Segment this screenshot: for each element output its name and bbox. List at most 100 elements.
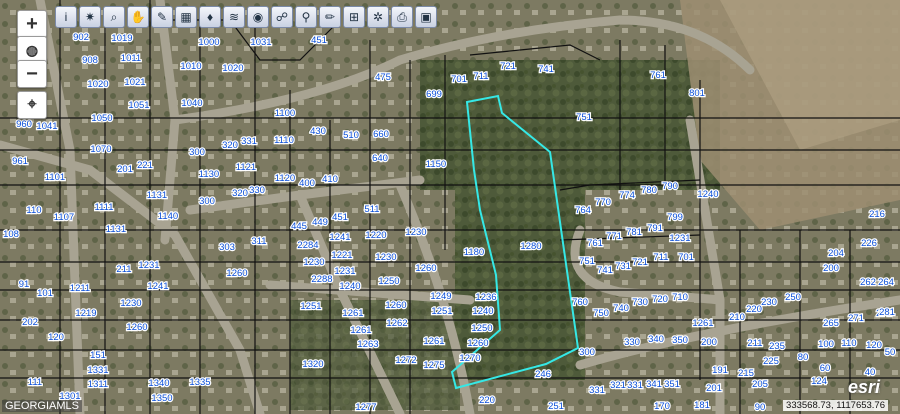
parcel-label: 1270 <box>459 353 480 364</box>
parcel-label: 330 <box>249 185 265 196</box>
settings-tool[interactable]: ✲ <box>367 6 389 28</box>
parcel-label: 801 <box>689 88 705 99</box>
parcel-label: 120 <box>48 332 64 343</box>
print-tool-icon: ⎙ <box>397 9 407 24</box>
parcel-label: 90 <box>755 402 766 413</box>
parcel-label: 1331 <box>87 365 108 376</box>
globe-icon: ◍ <box>25 41 39 58</box>
parcel-label: 1019 <box>111 33 132 44</box>
parcel-label: 1261 <box>423 336 444 347</box>
parcel-label: 1277 <box>355 402 376 413</box>
parcel-label: 1010 <box>180 61 201 72</box>
parcel-label: 699 <box>426 89 442 100</box>
parcel-label: 1236 <box>475 292 496 303</box>
esri-logo: esri <box>847 377 880 397</box>
info-tool[interactable]: i <box>55 6 77 28</box>
parcel-label: 1340 <box>148 378 169 389</box>
parcel-label: 250 <box>785 292 801 303</box>
parcel-label: 511 <box>364 204 379 215</box>
parcel-label: 1131 <box>106 224 126 235</box>
parcel-label: 124 <box>811 376 827 387</box>
layers-tool[interactable]: ≋ <box>223 6 245 28</box>
parcel-label: 774 <box>619 190 635 201</box>
parcel-label: 1031 <box>250 37 271 48</box>
parcel-label: 1311 <box>88 379 108 390</box>
parcel-label: 225 <box>763 356 779 367</box>
parcel-label: 191 <box>712 365 728 376</box>
pin-tool[interactable]: ♦ <box>199 6 221 28</box>
parcel-label: 220 <box>479 395 495 406</box>
parcel-label: 303 <box>219 242 235 253</box>
eraser-tool[interactable]: ✎ <box>151 6 173 28</box>
parcel-label: 1335 <box>189 377 210 388</box>
parcel-label: 246 <box>535 369 551 380</box>
parcel-label: 790 <box>662 181 678 192</box>
layer-tool[interactable]: ▦ <box>175 6 197 28</box>
pan-tool[interactable]: ✋ <box>127 6 149 28</box>
parcel-label: 200 <box>701 337 717 348</box>
parcel-label: 1230 <box>120 298 141 309</box>
parcel-label: 1021 <box>124 77 145 88</box>
parcel-label: 350 <box>672 335 688 346</box>
zoom-in-icon: + <box>26 12 38 35</box>
zoom-out-button[interactable]: − <box>17 60 47 88</box>
parcel-label: 1350 <box>151 393 172 404</box>
parcel-label: 430 <box>310 126 326 137</box>
search-tool[interactable]: ⚲ <box>295 6 317 28</box>
draw-tool-icon: ✏ <box>324 10 336 24</box>
parcel-label: 211 <box>747 338 762 349</box>
parcel-label: 640 <box>372 153 388 164</box>
parcel-label: 799 <box>667 212 683 223</box>
network-tool[interactable]: ☍ <box>271 6 293 28</box>
camera-tool[interactable]: ◉ <box>247 6 269 28</box>
zoom-box-tool[interactable]: ⌕ <box>103 6 125 28</box>
parcel-label: 1260 <box>226 268 247 279</box>
identify-tool-icon: ✷ <box>84 10 96 24</box>
parcel-label: 730 <box>632 297 648 308</box>
parcel-label: 1041 <box>36 121 57 132</box>
parcel-label: 1249 <box>430 291 451 302</box>
parcel-label: 1011 <box>121 53 141 64</box>
parcel-label: 711 <box>653 252 668 263</box>
zoom-in-button[interactable]: + <box>17 10 47 38</box>
parcel-label: 340 <box>648 334 664 345</box>
parcel-label: 1101 <box>45 172 65 183</box>
parcel-label: 1251 <box>300 301 321 312</box>
parcel-label: 1240 <box>697 189 718 200</box>
parcel-label: 1241 <box>147 281 168 292</box>
parcel-label: 235 <box>769 341 785 352</box>
parcel-label: 711 <box>473 71 488 82</box>
parcel-label: 1230 <box>303 257 324 268</box>
parcel-label: 1130 <box>199 169 219 180</box>
parcel-label: 701 <box>451 74 467 85</box>
parcel-label: 1120 <box>275 173 295 184</box>
parcel-label: 902 <box>73 32 89 43</box>
parcel-label: 60 <box>820 363 831 374</box>
pan-tool-icon: ✋ <box>130 10 146 24</box>
parcel-label: 740 <box>613 303 629 314</box>
print-tool[interactable]: ⎙ <box>391 6 413 28</box>
parcel-label: 1100 <box>275 108 295 119</box>
network-tool-icon: ☍ <box>275 10 289 24</box>
draw-tool[interactable]: ✏ <box>319 6 341 28</box>
aerial-map[interactable]: 902 1019 1000 1031 451 908 1011 1010 1020 475 701 7… <box>0 0 900 414</box>
eraser-tool-icon: ✎ <box>156 10 168 24</box>
parcel-label: 449 <box>312 217 328 228</box>
parcel-label: 1020 <box>222 63 243 74</box>
select-tool[interactable]: ⊞ <box>343 6 365 28</box>
map-toolbar: i ✷ ⌕ ✋ ✎ ▦ ♦ ≋ ◉ ☍ ⚲ ✏ ⊞ ✲ ⎙ ▣ <box>55 6 437 30</box>
parcel-label: 1020 <box>87 79 108 90</box>
identify-tool[interactable]: ✷ <box>79 6 101 28</box>
parcel-label: 660 <box>373 129 389 140</box>
locate-button[interactable]: ⌖ <box>17 91 47 119</box>
save-tool[interactable]: ▣ <box>415 6 437 28</box>
parcel-label: 91 <box>19 279 30 290</box>
parcel-label: 750 <box>593 308 609 319</box>
parcel-label: 216 <box>869 209 885 220</box>
parcel-label: 1121 <box>236 162 256 173</box>
parcel-label: 445 <box>291 221 307 232</box>
parcel-label: 1131 <box>147 190 167 201</box>
parcel-label: 200 <box>823 263 839 274</box>
parcel-label: 1240 <box>472 306 493 317</box>
parcel-label: 1240 <box>339 281 360 292</box>
